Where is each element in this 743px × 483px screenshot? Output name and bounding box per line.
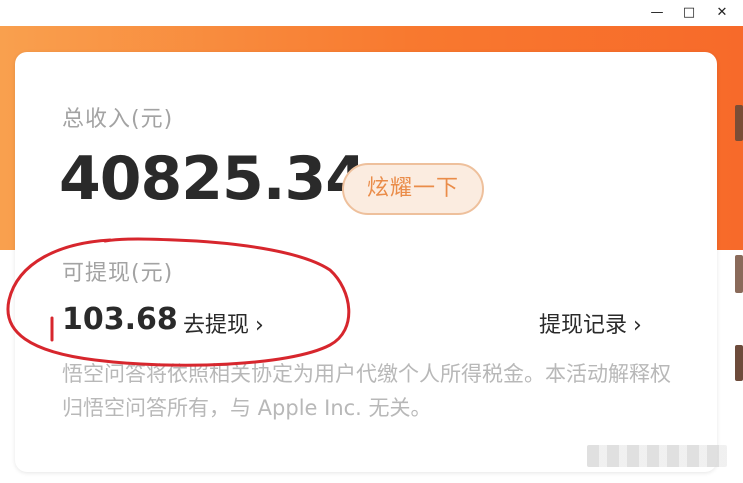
show-off-button[interactable]: 炫耀一下	[342, 163, 484, 215]
close-icon[interactable]: ✕	[711, 4, 733, 22]
watermark	[587, 445, 727, 467]
withdraw-records-link[interactable]: 提现记录 ›	[539, 307, 642, 339]
withdrawable-label: 可提现(元)	[62, 261, 174, 286]
withdraw-link-label: 去提现	[183, 313, 250, 338]
window-titlebar: — □ ✕	[0, 0, 743, 26]
tax-notice: 悟空问答将依照相关协定为用户代缴个人所得税金。本活动解释权归悟空问答所有，与 A…	[62, 362, 671, 420]
total-income-amount: 40825.34	[59, 144, 367, 214]
income-card: 总收入(元) 40825.34 炫耀一下 可提现(元) 103.68 去提现 › …	[15, 52, 717, 472]
total-income-label: 总收入(元)	[62, 107, 174, 132]
withdrawable-amount: 103.68	[62, 302, 178, 337]
withdraw-records-label: 提现记录	[539, 313, 628, 338]
withdraw-link[interactable]: 去提现 ›	[183, 307, 264, 339]
background-edge	[735, 255, 743, 293]
minimize-icon[interactable]: —	[646, 4, 668, 22]
maximize-icon[interactable]: □	[678, 4, 700, 22]
chevron-right-icon: ›	[255, 313, 264, 338]
chevron-right-icon: ›	[633, 313, 642, 338]
background-edge	[735, 105, 743, 141]
background-edge	[735, 345, 743, 381]
